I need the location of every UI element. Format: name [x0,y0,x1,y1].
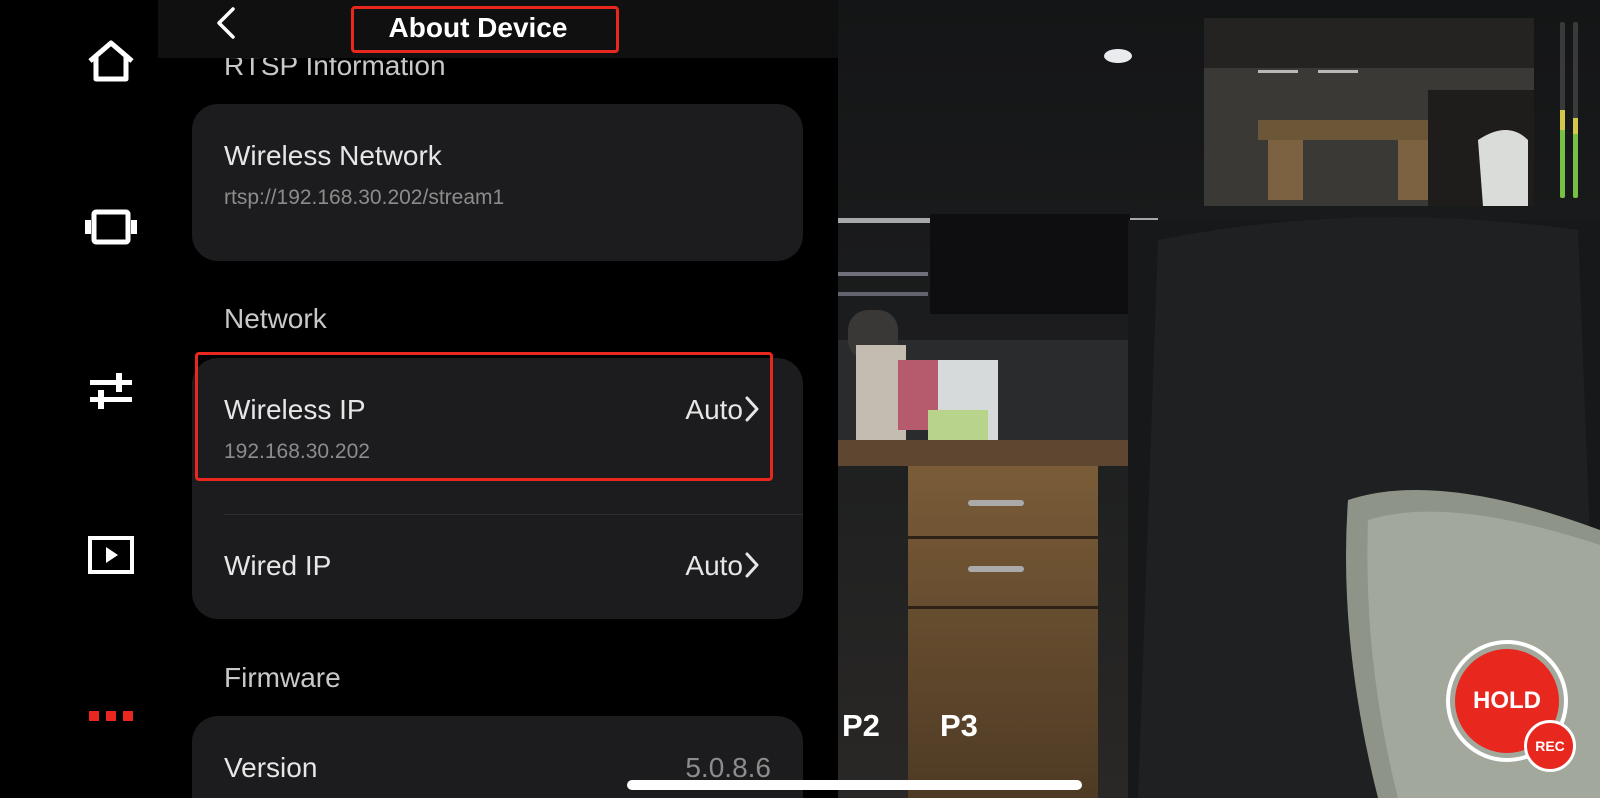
wired-ip-label: Wired IP [224,550,332,581]
chevron-right-icon [745,552,759,578]
top-bar: About Device [158,0,838,58]
gimbal-icon[interactable] [78,200,144,254]
rec-label: REC [1535,738,1565,754]
back-button[interactable] [206,5,246,41]
chevron-right-icon [745,396,759,422]
wireless-network-label: Wireless Network [224,140,442,171]
about-device-panel: RTSP Information Wireless Network rtsp:/… [158,0,838,798]
preset-p2-button[interactable]: P2 [842,708,880,744]
rtsp-url: rtsp://192.168.30.202/stream1 [224,186,505,209]
preset-p3-button[interactable]: P3 [940,708,978,744]
version-label: Version [224,752,318,783]
chevron-left-icon [217,7,235,39]
home-icon[interactable] [78,34,144,88]
wireless-ip-row[interactable]: Wireless IP 192.168.30.202 Auto [192,358,803,514]
home-indicator[interactable] [627,780,1082,790]
wireless-ip-label: Wireless IP [224,394,366,425]
left-nav-rail [0,0,158,798]
wireless-ip-address: 192.168.30.202 [224,440,370,463]
network-section-heading: Network [224,303,327,334]
page-title: About Device [388,12,568,43]
wired-ip-mode: Auto [685,550,743,581]
wired-ip-row[interactable]: Wired IP Auto [192,515,803,619]
rec-button[interactable]: REC [1524,720,1576,772]
more-dots-icon[interactable] [78,704,144,728]
network-card: Wireless IP 192.168.30.202 Auto Wired IP… [192,358,803,619]
wireless-ip-mode: Auto [685,394,743,425]
firmware-section-heading: Firmware [224,662,341,693]
camera-live-view[interactable]: P2 P3 HOLD REC [838,0,1600,798]
playback-icon[interactable] [78,528,144,582]
rtsp-card: Wireless Network rtsp://192.168.30.202/s… [192,104,803,261]
sliders-icon[interactable] [78,364,144,418]
